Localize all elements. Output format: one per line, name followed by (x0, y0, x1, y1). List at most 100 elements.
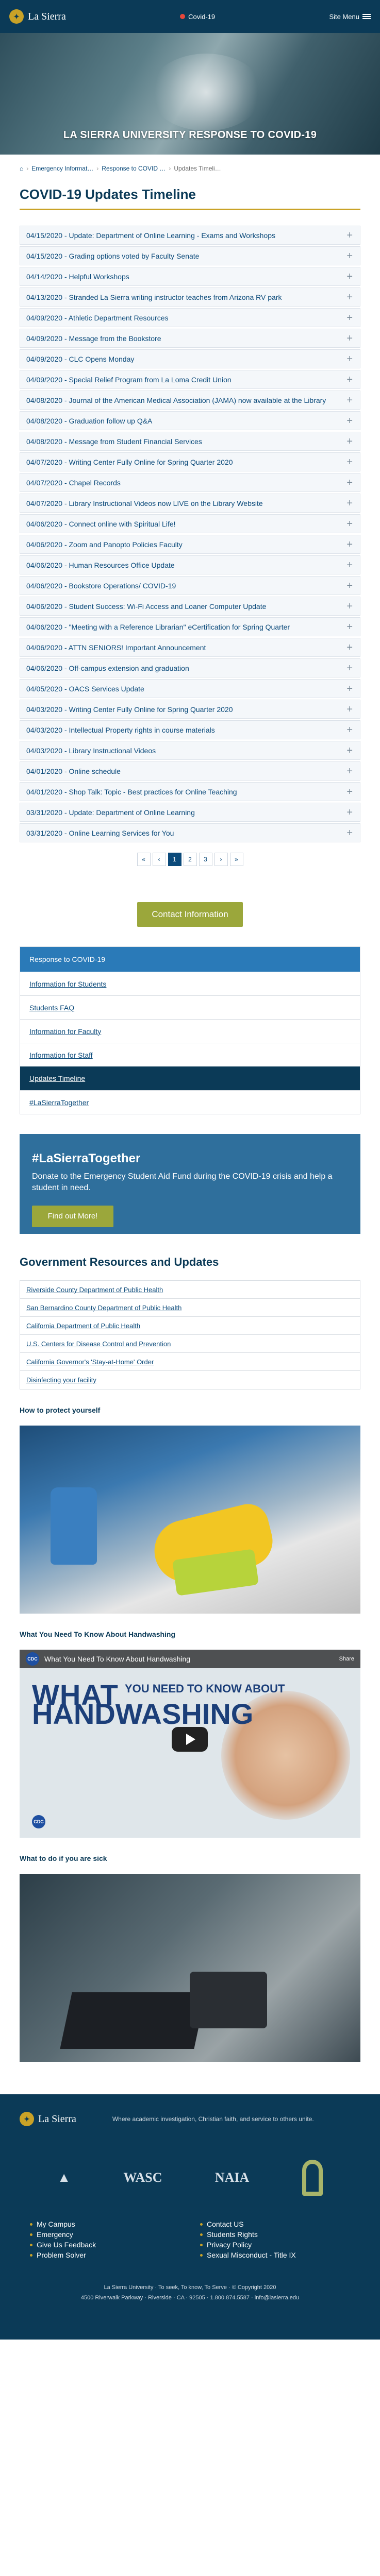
accordion-item[interactable]: 04/08/2020 - Message from Student Financ… (20, 432, 360, 451)
footer-links: My Campus Emergency Give Us Feedback Pro… (0, 2204, 380, 2260)
footer-link[interactable]: Contact US (200, 2219, 370, 2229)
prev-page-button[interactable]: ‹ (152, 853, 166, 866)
accordion-item[interactable]: 04/05/2020 - OACS Services Update + (20, 679, 360, 698)
video-headline-sub: YOU NEED TO KNOW ABOUT (125, 1682, 285, 1695)
accordion-item[interactable]: 03/31/2020 - Update: Department of Onlin… (20, 803, 360, 822)
logo[interactable]: ✦ La Sierra (9, 9, 66, 24)
accordion-item[interactable]: 04/03/2020 - Intellectual Property right… (20, 720, 360, 739)
accordion-item[interactable]: 04/14/2020 - Helpful Workshops + (20, 267, 360, 286)
accordion-item[interactable]: 04/09/2020 - Message from the Bookstore + (20, 329, 360, 348)
resource-link[interactable]: California Governor's 'Stay-at-Home' Ord… (20, 1353, 360, 1371)
covid-link[interactable]: Covid-19 (180, 13, 215, 21)
pagination: « ‹ 1 2 3 › » (0, 853, 380, 866)
footer-link[interactable]: Sexual Misconduct - Title IX (200, 2250, 370, 2260)
accordion-item[interactable]: 04/01/2020 - Shop Talk: Topic - Best pra… (20, 782, 360, 801)
play-button-icon[interactable] (172, 1727, 208, 1752)
accordion-item-title: 04/09/2020 - Message from the Bookstore (26, 334, 161, 343)
accordion-item[interactable]: 04/06/2020 - "Meeting with a Reference L… (20, 617, 360, 636)
plus-icon: + (346, 621, 353, 633)
accordion-item-title: 04/07/2020 - Chapel Records (26, 478, 121, 487)
accordion-item[interactable]: 04/07/2020 - Chapel Records + (20, 473, 360, 492)
footer-link[interactable]: My Campus (30, 2219, 200, 2229)
accordion-item[interactable]: 04/06/2020 - ATTN SENIORS! Important Ann… (20, 638, 360, 657)
accordion-item-title: 03/31/2020 - Update: Department of Onlin… (26, 808, 195, 817)
accordion-item[interactable]: 04/09/2020 - CLC Opens Monday + (20, 349, 360, 368)
university-seal-icon: ✦ (9, 9, 24, 24)
footer-link[interactable]: Emergency (30, 2229, 200, 2240)
footer-link[interactable]: Privacy Policy (200, 2240, 370, 2250)
plus-icon: + (346, 580, 353, 591)
plus-icon: + (346, 435, 353, 447)
accordion-item[interactable]: 04/07/2020 - Writing Center Fully Online… (20, 452, 360, 471)
handwashing-video[interactable]: CDC What You Need To Know About Handwash… (20, 1650, 360, 1838)
covid-label: Covid-19 (188, 12, 216, 21)
menu-item-students-faq[interactable]: Students FAQ (20, 995, 360, 1019)
menu-item-faculty[interactable]: Information for Faculty (20, 1019, 360, 1043)
accordion-item[interactable]: 04/13/2020 - Stranded La Sierra writing … (20, 287, 360, 307)
video-title-bar: CDC What You Need To Know About Handwash… (20, 1650, 360, 1668)
breadcrumb-response[interactable]: Response to COVID … (102, 165, 166, 172)
accordion-item[interactable]: 04/03/2020 - Library Instructional Video… (20, 741, 360, 760)
footer-link[interactable]: Problem Solver (30, 2250, 200, 2260)
accordion-item-title: 04/08/2020 - Journal of the American Med… (26, 396, 326, 404)
accordion-item-title: 04/09/2020 - Special Relief Program from… (26, 375, 232, 384)
accordion-item[interactable]: 03/31/2020 - Online Learning Services fo… (20, 823, 360, 842)
accordion-item[interactable]: 04/15/2020 - Update: Department of Onlin… (20, 226, 360, 245)
plus-icon: + (346, 415, 353, 427)
plus-icon: + (346, 332, 353, 344)
cdc-footer-logo: CDC (32, 1815, 45, 1828)
accordion-item[interactable]: 04/07/2020 - Library Instructional Video… (20, 494, 360, 513)
menu-item-updates-timeline[interactable]: Updates Timeline (20, 1066, 360, 1090)
plus-icon: + (346, 744, 353, 756)
accordion-item[interactable]: 04/06/2020 - Student Success: Wi-Fi Acce… (20, 597, 360, 616)
accordion-item[interactable]: 04/06/2020 - Bookstore Operations/ COVID… (20, 576, 360, 595)
menu-item-lasierratogether[interactable]: #LaSierraTogether (20, 1090, 360, 1114)
find-out-more-button[interactable]: Find out More! (32, 1205, 113, 1227)
accordion-item[interactable]: 04/15/2020 - Grading options voted by Fa… (20, 246, 360, 265)
accordion-item-title: 04/07/2020 - Writing Center Fully Online… (26, 457, 233, 466)
plus-icon: + (346, 456, 353, 468)
plus-icon: + (346, 786, 353, 798)
share-button[interactable]: Share (339, 1656, 354, 1662)
footer: ✦ La Sierra Where academic investigation… (0, 2094, 380, 2340)
accordion-item[interactable]: 04/01/2020 - Online schedule + (20, 761, 360, 781)
accordion-item[interactable]: 04/08/2020 - Journal of the American Med… (20, 391, 360, 410)
breadcrumb-separator: › (169, 165, 171, 172)
accordion-item-title: 04/09/2020 - Athletic Department Resourc… (26, 313, 169, 322)
footer-link[interactable]: Students Rights (200, 2229, 370, 2240)
accordion-item[interactable]: 04/06/2020 - Zoom and Panopto Policies F… (20, 535, 360, 554)
menu-item-students[interactable]: Information for Students (20, 972, 360, 995)
accordion-item-title: 04/14/2020 - Helpful Workshops (26, 272, 129, 281)
protect-title: How to protect yourself (20, 1406, 101, 1414)
accordion-item[interactable]: 04/08/2020 - Graduation follow up Q&A + (20, 411, 360, 430)
footer-link[interactable]: Give Us Feedback (30, 2240, 200, 2250)
resource-link[interactable]: San Bernardino County Department of Publ… (20, 1299, 360, 1317)
last-page-button[interactable]: » (229, 853, 243, 866)
site-menu-button[interactable]: Site Menu (329, 13, 371, 21)
resource-link[interactable]: California Department of Public Health (20, 1317, 360, 1335)
resource-link[interactable]: U.S. Centers for Disease Control and Pre… (20, 1335, 360, 1353)
footer-logo[interactable]: ✦ La Sierra (20, 2112, 76, 2126)
accordion-item[interactable]: 04/06/2020 - Human Resources Office Upda… (20, 555, 360, 574)
page-2-button[interactable]: 2 (183, 853, 197, 866)
home-icon[interactable]: ⌂ (20, 165, 23, 172)
accordion-item[interactable]: 04/03/2020 - Writing Center Fully Online… (20, 700, 360, 719)
first-page-button[interactable]: « (137, 853, 151, 866)
cleaning-photo (20, 1426, 360, 1614)
accordion-item[interactable]: 04/09/2020 - Athletic Department Resourc… (20, 308, 360, 327)
next-page-button[interactable]: › (214, 853, 228, 866)
page-3-button[interactable]: 3 (199, 853, 212, 866)
plus-icon: + (346, 765, 353, 777)
resource-link[interactable]: Riverside County Department of Public He… (20, 1281, 360, 1299)
contact-information-button[interactable]: Contact Information (137, 902, 243, 927)
menu-response-to-covid[interactable]: Response to COVID-19 (20, 947, 360, 972)
accordion-item[interactable]: 04/09/2020 - Special Relief Program from… (20, 370, 360, 389)
breadcrumb-emergency[interactable]: Emergency Informat… (31, 165, 93, 172)
resource-link[interactable]: Disinfecting your facility (20, 1371, 360, 1389)
accordion-item-title: 04/07/2020 - Library Instructional Video… (26, 499, 263, 507)
accordion-item[interactable]: 04/06/2020 - Connect online with Spiritu… (20, 514, 360, 533)
accordion-item[interactable]: 04/06/2020 - Off-campus extension and gr… (20, 658, 360, 677)
hero-title: LA SIERRA UNIVERSITY RESPONSE TO COVID-1… (63, 129, 317, 141)
menu-item-staff[interactable]: Information for Staff (20, 1043, 360, 1066)
page-1-button[interactable]: 1 (168, 853, 181, 866)
